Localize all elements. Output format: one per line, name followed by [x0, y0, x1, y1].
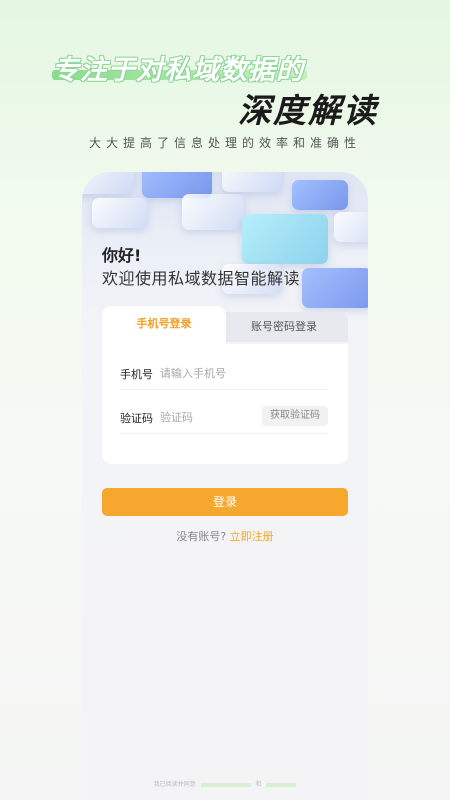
agreement-footer: 我已阅读并同意 和: [82, 779, 368, 788]
tile: [182, 194, 244, 230]
get-code-button[interactable]: 获取验证码: [262, 406, 328, 426]
login-tabs: 账号密码登录 手机号登录: [102, 306, 348, 346]
agreement-text: 我已阅读并同意: [153, 781, 196, 788]
tab-password-login[interactable]: 账号密码登录: [220, 312, 348, 342]
agreement-link[interactable]: [266, 782, 297, 787]
register-row: 没有账号? 立即注册: [82, 528, 368, 544]
tile: [242, 214, 328, 264]
login-panel: 你好! 欢迎使用私域数据智能解读 账号密码登录 手机号登录 手机号 验证码 获取…: [82, 172, 368, 800]
hero-title-line2: 深度解读: [238, 91, 378, 130]
greeting-subtitle: 欢迎使用私域数据智能解读: [102, 269, 301, 288]
register-link[interactable]: 立即注册: [230, 530, 274, 543]
hero-title-line1: 专注于对私域数据的: [52, 55, 304, 86]
tile: [334, 212, 368, 242]
tile: [222, 172, 282, 192]
agreement-and: 和: [255, 781, 262, 788]
code-field: 验证码 获取验证码: [120, 404, 328, 434]
tile: [82, 172, 134, 194]
phone-label: 手机号: [120, 368, 153, 381]
phone-field: 手机号: [120, 360, 328, 390]
tile: [302, 268, 368, 308]
register-prompt: 没有账号?: [176, 530, 227, 543]
tile: [292, 180, 348, 210]
phone-input[interactable]: [160, 364, 280, 382]
login-button[interactable]: 登录: [102, 488, 348, 516]
login-form: 手机号 验证码 获取验证码: [102, 344, 348, 464]
tab-phone-login[interactable]: 手机号登录: [102, 306, 226, 346]
tile: [92, 198, 148, 228]
code-input[interactable]: [160, 408, 250, 426]
code-label: 验证码: [120, 412, 153, 425]
agreement-link[interactable]: [200, 782, 251, 787]
hero-subtitle: 大大提高了信息处理的效率和准确性: [88, 136, 361, 150]
greeting-title: 你好!: [102, 246, 142, 265]
